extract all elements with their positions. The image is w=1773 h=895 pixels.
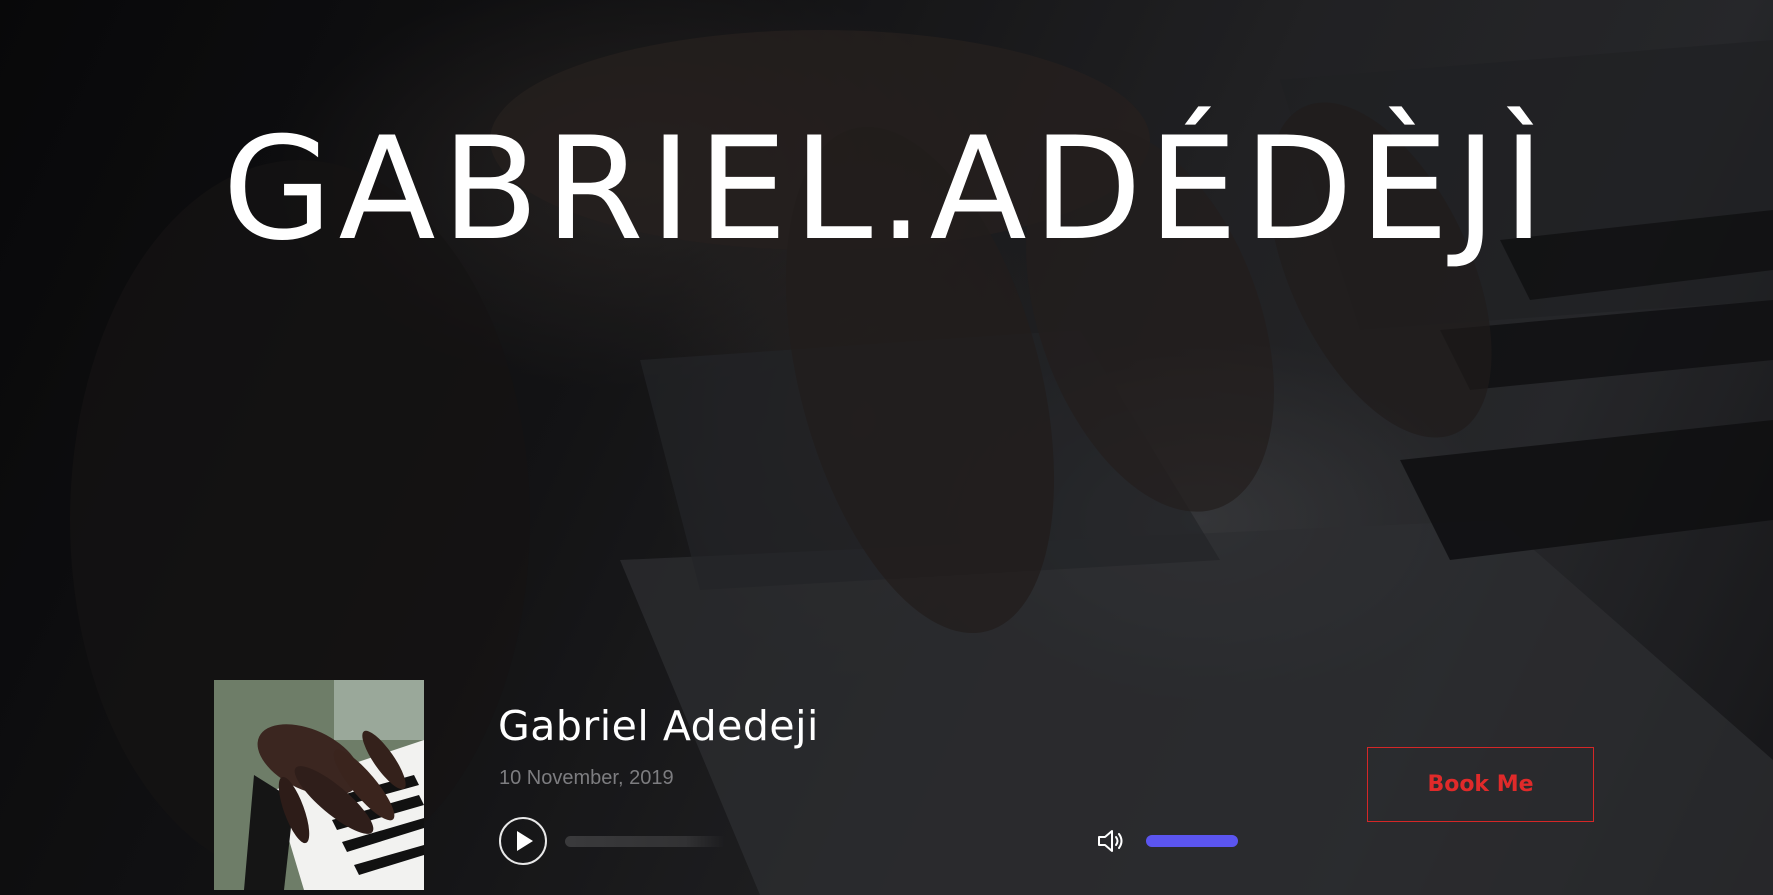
- book-me-button[interactable]: Book Me: [1367, 747, 1594, 822]
- track-title: Gabriel Adedeji: [498, 702, 819, 750]
- album-cover: [214, 680, 424, 890]
- volume-icon: [1098, 830, 1123, 852]
- play-button[interactable]: [499, 817, 547, 865]
- volume-button[interactable]: [1095, 826, 1125, 856]
- hero-background: GABRIEL.ADÉDÈJÌ Gabriel Adedeji 10 Novem…: [0, 0, 1773, 895]
- volume-level: [1146, 835, 1238, 847]
- album-cover-image: [214, 680, 424, 890]
- volume-slider[interactable]: [1146, 835, 1238, 847]
- track-date: 10 November, 2019: [499, 767, 674, 789]
- play-icon: [517, 831, 533, 851]
- progress-bar[interactable]: [565, 836, 965, 847]
